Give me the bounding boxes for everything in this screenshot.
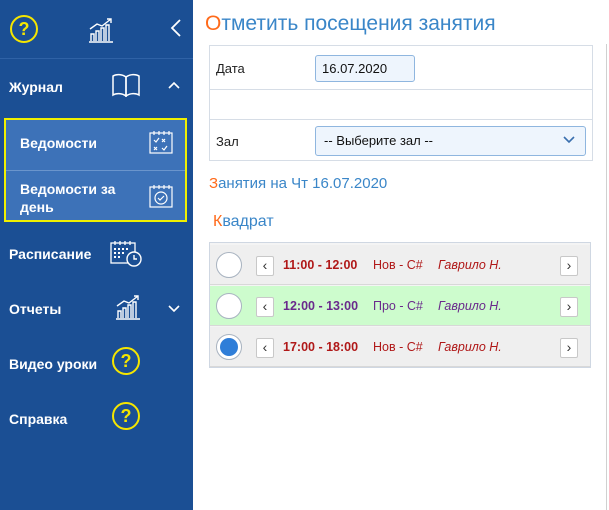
group-heading: Квадрат xyxy=(213,213,274,231)
schedule-calendar-icon xyxy=(110,241,142,267)
sidebar-item-label: Ведомости за день xyxy=(20,181,116,215)
lesson-row[interactable]: ‹ 12:00 - 13:00 Про - C# Гаврило Н. › xyxy=(210,286,590,326)
prev-button[interactable]: ‹ xyxy=(256,256,274,276)
sidebar-item-label: Ведомости xyxy=(20,135,97,151)
form-row-date: Дата 16.07.2020 xyxy=(210,46,592,90)
sidebar-item-label: Расписание xyxy=(9,246,92,262)
attendance-form: Дата 16.07.2020 Зал -- Выберите зал -- xyxy=(209,45,593,161)
scrollbar-track xyxy=(606,44,607,510)
hall-label: Зал xyxy=(216,134,239,149)
lesson-course: Нов - C# xyxy=(373,340,423,354)
help-icon: ? xyxy=(112,402,140,430)
lesson-teacher: Гаврило Н. xyxy=(438,258,502,272)
journal-submenu: Ведомости Ведомости за день xyxy=(4,118,187,222)
chevron-down-icon[interactable] xyxy=(168,305,180,313)
prev-button[interactable]: ‹ xyxy=(256,297,274,317)
book-icon xyxy=(112,73,140,97)
help-icon: ? xyxy=(112,347,140,375)
sidebar-item-statements[interactable]: Ведомости xyxy=(6,120,185,170)
lesson-time: 11:00 - 12:00 xyxy=(283,258,358,272)
form-row-empty xyxy=(210,90,592,120)
lesson-row[interactable]: ‹ 11:00 - 12:00 Нов - C# Гаврило Н. › xyxy=(210,245,590,285)
chevron-down-icon xyxy=(563,136,575,144)
lesson-course: Про - C# xyxy=(373,299,423,313)
lesson-time: 17:00 - 18:00 xyxy=(283,340,359,354)
radio-selected-dot xyxy=(220,338,238,356)
title-first-letter: О xyxy=(205,12,222,35)
sidebar-item-video-lessons[interactable]: Видео уроки ? xyxy=(0,338,193,388)
lesson-radio[interactable] xyxy=(216,334,242,360)
collapse-icon[interactable] xyxy=(169,18,183,38)
prev-button[interactable]: ‹ xyxy=(256,338,274,358)
chart-icon xyxy=(116,295,140,320)
group-heading-text: вадрат xyxy=(222,213,274,230)
hall-select-value: -- Выберите зал -- xyxy=(324,133,434,148)
help-icon[interactable]: ? xyxy=(10,15,38,43)
lesson-teacher: Гаврило Н. xyxy=(438,340,502,354)
page-title: Отметить посещения занятия xyxy=(205,12,496,36)
sidebar-item-help[interactable]: Справка ? xyxy=(0,393,193,443)
checklist-icon xyxy=(149,131,173,154)
group-first-letter: К xyxy=(213,213,223,230)
lesson-teacher: Гаврило Н. xyxy=(438,299,502,313)
lesson-time: 12:00 - 13:00 xyxy=(283,299,359,313)
lessons-list: ‹ 11:00 - 12:00 Нов - C# Гаврило Н. › ‹ … xyxy=(209,242,591,368)
next-button[interactable]: › xyxy=(560,338,578,358)
sidebar-item-schedule[interactable]: Расписание xyxy=(0,228,193,278)
date-input[interactable]: 16.07.2020 xyxy=(315,55,415,82)
sidebar-item-daily-statements[interactable]: Ведомости за день xyxy=(6,171,185,222)
lesson-radio[interactable] xyxy=(216,252,242,278)
main-content: Отметить посещения занятия Дата 16.07.20… xyxy=(193,0,609,510)
lesson-course: Нов - C# xyxy=(373,258,423,272)
sidebar-item-label: Видео уроки xyxy=(9,356,98,372)
title-text: тметить посещения занятия xyxy=(221,12,496,35)
sidebar-header: ? xyxy=(0,0,193,58)
sidebar-item-label: Отчеты xyxy=(9,301,62,317)
next-button[interactable]: › xyxy=(560,297,578,317)
lesson-radio[interactable] xyxy=(216,293,242,319)
sidebar-item-label: Справка xyxy=(9,411,68,427)
date-label: Дата xyxy=(216,61,245,76)
lesson-row[interactable]: ‹ 17:00 - 18:00 Нов - C# Гаврило Н. › xyxy=(210,327,590,367)
lessons-first-letter: З xyxy=(209,175,219,192)
hall-select[interactable]: -- Выберите зал -- xyxy=(315,126,586,156)
chart-icon[interactable] xyxy=(87,17,115,43)
lessons-heading: Занятия на Чт 16.07.2020 xyxy=(209,175,387,192)
sidebar-item-journal[interactable]: Журнал xyxy=(0,59,193,114)
lessons-heading-text: анятия на Чт 16.07.2020 xyxy=(218,175,388,192)
sidebar-item-reports[interactable]: Отчеты xyxy=(0,283,193,333)
next-button[interactable]: › xyxy=(560,256,578,276)
sidebar: ? Журнал Ведомости Ведомости за день Рас… xyxy=(0,0,193,510)
calendar-check-icon xyxy=(149,185,173,208)
chevron-up-icon[interactable] xyxy=(168,81,180,89)
sidebar-item-label: Журнал xyxy=(9,79,63,95)
